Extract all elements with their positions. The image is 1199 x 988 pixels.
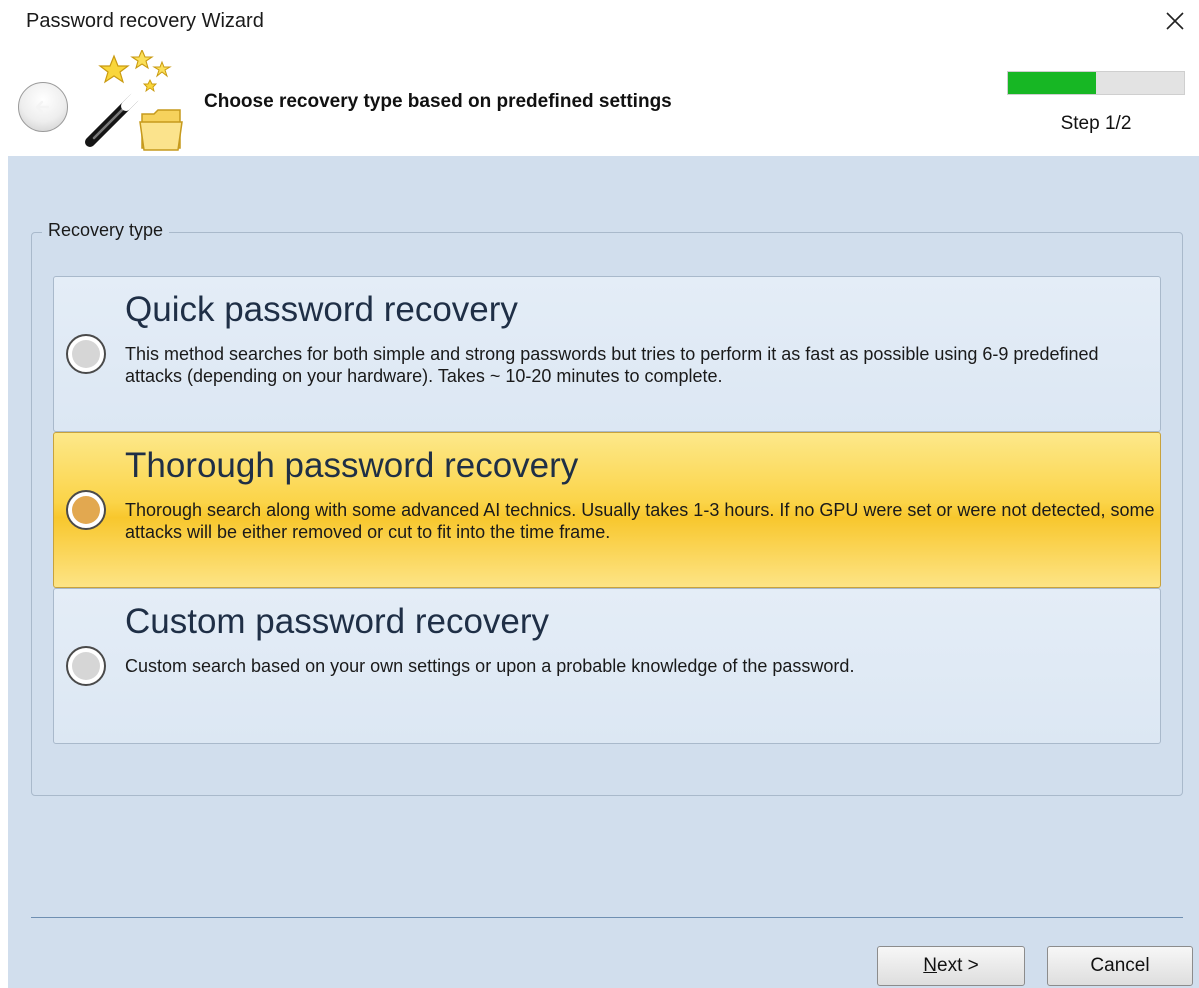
step-progress-bar [1007,71,1185,95]
option-custom-recovery[interactable]: Custom password recovery Custom search b… [53,588,1161,744]
back-button[interactable] [18,82,68,132]
page-title: Choose recovery type based on predefined… [204,91,672,112]
footer-separator [31,917,1183,918]
radio-button[interactable] [66,334,106,374]
magic-wand-icon [85,50,183,151]
window-title: Password recovery Wizard [26,10,264,32]
recovery-type-group: Recovery type Quick password recovery Th… [31,220,1183,796]
close-icon [1166,12,1184,30]
option-description: Thorough search along with some advanced… [125,500,1155,542]
radio-button[interactable] [66,646,106,686]
radio-indicator [72,652,100,680]
radio-indicator [72,496,100,524]
next-mnemonic: N [923,955,937,976]
option-title: Thorough password recovery [125,446,579,485]
title-bar: Password recovery Wizard [0,0,1199,46]
option-thorough-recovery[interactable]: Thorough password recovery Thorough sear… [53,432,1161,588]
wizard-header: Choose recovery type based on predefined… [0,46,1199,156]
radio-indicator [72,340,100,368]
next-button[interactable]: Next > [877,946,1025,986]
option-description: Custom search based on your own settings… [125,656,855,676]
radio-button[interactable] [66,490,106,530]
group-legend: Recovery type [42,220,170,241]
step-progress-fill [1008,72,1096,94]
cancel-button[interactable]: Cancel [1047,946,1193,986]
option-title: Custom password recovery [125,602,550,641]
back-arrow-icon [35,100,50,114]
step-label: Step 1/2 [1060,113,1132,134]
option-description: This method searches for both simple and… [125,344,1099,386]
option-quick-recovery[interactable]: Quick password recovery This method sear… [53,276,1161,432]
option-title: Quick password recovery [125,290,518,329]
close-button[interactable] [1151,0,1199,42]
next-label: ext > [937,955,979,976]
wizard-body: Recovery type Quick password recovery Th… [8,156,1199,988]
